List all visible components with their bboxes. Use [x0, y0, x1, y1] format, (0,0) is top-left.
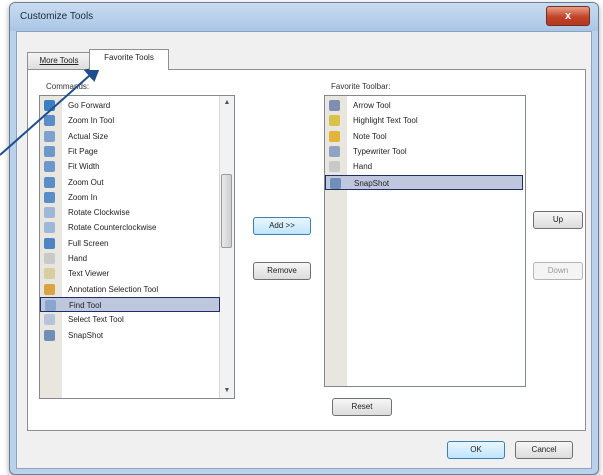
annotation-arrow-line [0, 65, 101, 156]
tab-favorite-tools[interactable]: Favorite Tools [89, 49, 169, 70]
annotation-arrow [0, 65, 101, 156]
